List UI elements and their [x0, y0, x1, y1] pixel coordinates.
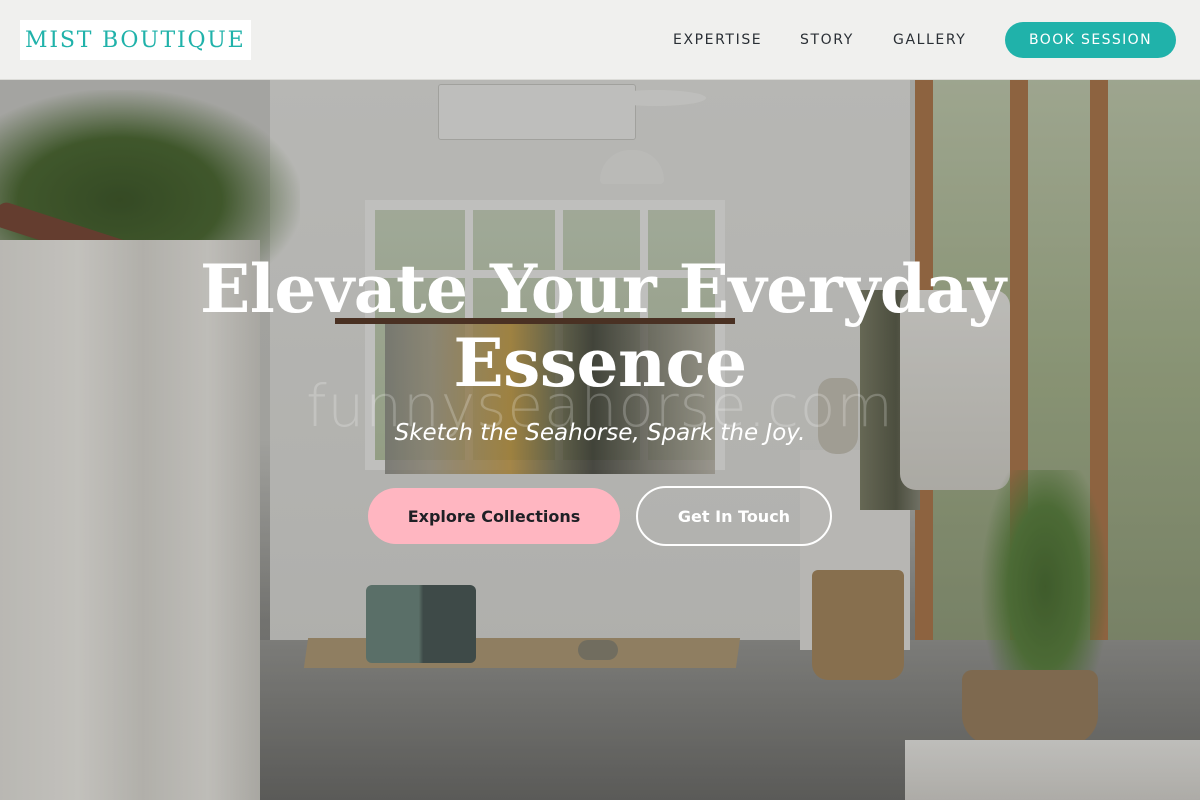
hero-title-line: Elevate Your Everyday — [200, 250, 1006, 328]
nav-link-story[interactable]: STORY — [800, 0, 854, 80]
hero-title-line: Essence — [453, 324, 747, 402]
hero-title: Elevate Your Everyday Essence — [200, 250, 1006, 402]
explore-collections-button[interactable]: Explore Collections — [368, 488, 620, 544]
brand-name: MIST BOUTIQUE — [25, 27, 246, 53]
hero-tagline: Sketch the Seahorse, Spark the Joy. — [394, 420, 806, 446]
nav-link-expertise[interactable]: EXPERTISE — [673, 0, 762, 80]
nav-link-gallery[interactable]: GALLERY — [893, 0, 966, 80]
brand-logo[interactable]: MIST BOUTIQUE — [20, 20, 251, 60]
get-in-touch-button[interactable]: Get In Touch — [636, 486, 832, 546]
book-session-button[interactable]: BOOK SESSION — [1005, 22, 1176, 58]
site-header: MIST BOUTIQUE EXPERTISE STORY GALLERY BO… — [0, 0, 1200, 80]
